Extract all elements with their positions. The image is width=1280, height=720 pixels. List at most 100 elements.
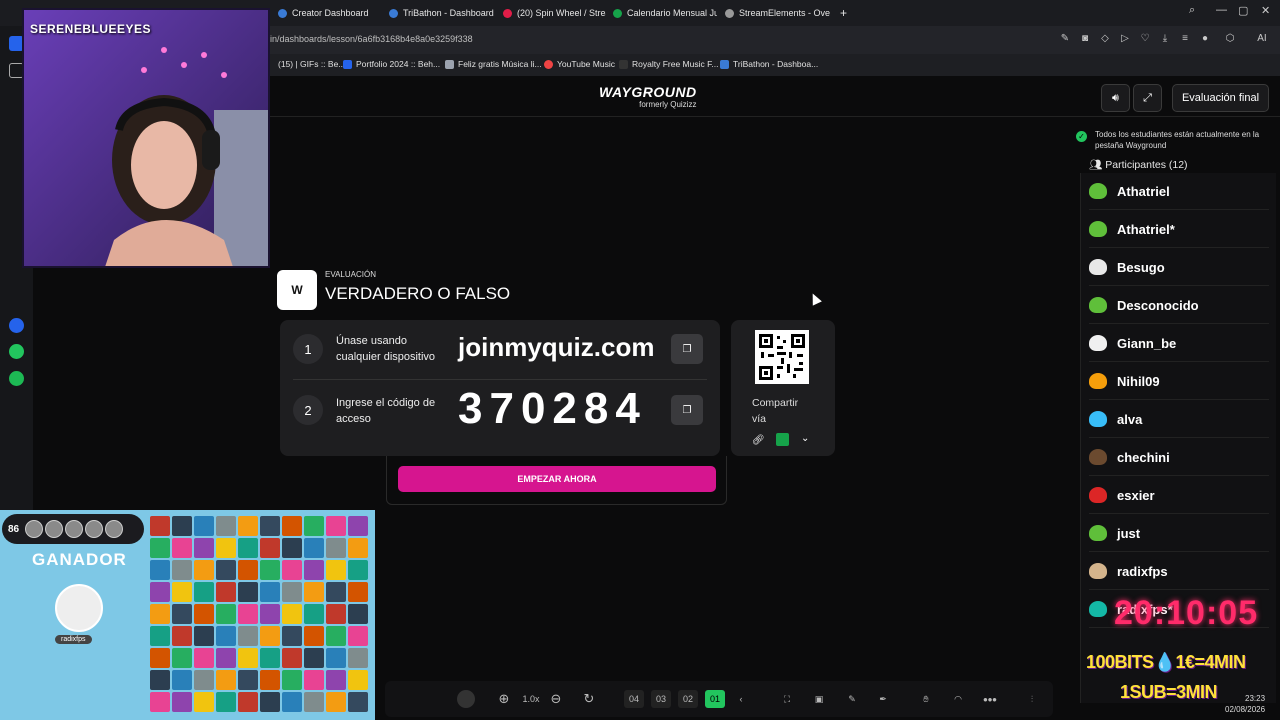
shield-icon[interactable]: ◇ <box>1099 33 1111 45</box>
final-evaluation-button[interactable]: Evaluación final <box>1172 84 1269 112</box>
download-icon[interactable]: ⤓ <box>1159 33 1171 45</box>
edit-icon[interactable]: ✎ <box>1059 33 1071 45</box>
system-clock: 23:23 02/08/2026 <box>1225 694 1266 714</box>
start-now-button[interactable]: EMPEZAR AHORA <box>398 466 716 492</box>
extension-icon[interactable]: ⬡ <box>1224 33 1236 45</box>
character-tile <box>304 538 324 558</box>
bookmark-item[interactable]: Royalty Free Music F... <box>619 59 718 69</box>
menu-icon[interactable]: ≡ <box>1179 33 1191 45</box>
fullscreen-button[interactable]: ⤢ <box>1133 84 1162 112</box>
participant-row[interactable]: chechini <box>1089 439 1269 476</box>
ai-icon[interactable]: AI <box>1252 33 1272 45</box>
participant-row[interactable]: esxier <box>1089 477 1269 514</box>
participant-row[interactable]: alva <box>1089 401 1269 438</box>
webcam-overlay: SERENEBLUEEYES <box>22 8 270 268</box>
character-tile <box>216 648 236 668</box>
slide-button[interactable]: 03 <box>651 690 671 708</box>
close-icon[interactable]: ✕ <box>1261 4 1270 17</box>
bookmark-item[interactable]: YouTube Music <box>544 59 615 69</box>
zoom-out-icon[interactable]: ⊖ <box>547 690 565 708</box>
whatsapp-icon[interactable] <box>9 344 24 359</box>
chevron-down-icon[interactable]: ⌄ <box>801 433 809 444</box>
character-tile <box>304 692 324 712</box>
slide-button[interactable]: 02 <box>678 690 698 708</box>
copy-url-button[interactable]: ❐ <box>671 334 703 364</box>
character-tile <box>216 516 236 536</box>
browser-tab[interactable]: TriBathon - Dashboard <box>389 4 494 22</box>
participant-avatar <box>1089 297 1107 313</box>
participant-row[interactable]: Besugo <box>1089 249 1269 286</box>
hand-icon[interactable]: ✋︎ <box>917 690 935 708</box>
copy-icon: ❐ <box>682 404 692 416</box>
character-tile <box>238 648 258 668</box>
play-icon[interactable]: ▷ <box>1119 33 1131 45</box>
character-tile <box>238 604 258 624</box>
more-icon[interactable]: ••• <box>981 690 999 708</box>
record-icon[interactable] <box>457 690 475 708</box>
participant-avatar <box>1089 411 1107 427</box>
maximize-icon[interactable]: ▢ <box>1238 4 1248 17</box>
character-tile <box>172 626 192 646</box>
character-tile <box>194 670 214 690</box>
participant-name: just <box>1117 525 1141 541</box>
character-tile <box>172 604 192 624</box>
start-container: EMPEZAR AHORA <box>386 456 727 505</box>
bookmark-item[interactable]: Feliz gratis Música li... <box>445 59 542 69</box>
browser-tab[interactable]: Calendario Mensual Julio <box>613 4 717 22</box>
people-icon: 👥︎ <box>1089 159 1106 171</box>
participant-name: esxier <box>1117 487 1155 503</box>
character-tile <box>194 626 214 646</box>
link-icon[interactable]: 🔗︎ <box>752 435 765 446</box>
fit-screen-icon[interactable]: ⛶ <box>778 690 796 708</box>
profile-icon[interactable]: ● <box>1199 33 1211 45</box>
browser-tab[interactable]: Creator Dashboard <box>278 4 378 22</box>
minimize-icon[interactable]: — <box>1216 4 1227 16</box>
pen-icon[interactable]: ✒ <box>874 690 892 708</box>
participant-row[interactable]: Athatriel <box>1089 173 1269 210</box>
sound-button[interactable]: 🔊︎ <box>1101 84 1130 112</box>
participants-title: 👥︎ Participantes (12) <box>1089 159 1188 171</box>
classroom-icon[interactable] <box>776 433 789 446</box>
heart-icon[interactable]: ♡ <box>1139 33 1151 45</box>
camera-icon[interactable]: ◙ <box>1079 33 1091 45</box>
browser-tab[interactable]: StreamElements - Overlay <box>725 4 830 22</box>
participant-row[interactable]: radixfps <box>1089 553 1269 590</box>
capture-icon[interactable]: ▣ <box>810 690 828 708</box>
participant-row[interactable]: Giann_be <box>1089 325 1269 362</box>
webcam-image <box>24 10 268 266</box>
character-tile <box>260 670 280 690</box>
character-tile <box>172 538 192 558</box>
avatar <box>85 520 104 538</box>
participant-row[interactable]: Athatriel* <box>1089 211 1269 248</box>
search-tabs-icon[interactable]: ⌕ <box>1189 4 1195 17</box>
wheel-participants-bar: 86 <box>2 514 144 544</box>
divider <box>293 379 707 380</box>
character-tile <box>172 692 192 712</box>
slide-button-active[interactable]: 01 <box>705 690 725 708</box>
broadcast-icon[interactable]: ◠ <box>949 690 967 708</box>
zoom-in-icon[interactable]: ⊕ <box>495 690 513 708</box>
slide-button[interactable]: 04 <box>624 690 644 708</box>
participant-row[interactable]: Nihil09 <box>1089 363 1269 400</box>
participant-row[interactable]: just <box>1089 515 1269 552</box>
browser-tab[interactable]: (20) Spin Wheel / Streamli <box>503 4 606 22</box>
copy-code-button[interactable]: ❐ <box>671 395 703 425</box>
bookmark-item[interactable]: Portfolio 2024 :: Beh... <box>343 59 440 69</box>
character-tile <box>260 582 280 602</box>
character-tile <box>216 538 236 558</box>
audio-icon[interactable]: ⫶ <box>1023 690 1041 708</box>
messenger-icon[interactable] <box>9 318 24 333</box>
url-field[interactable]: in/dashboards/lesson/6a6fb3168b4e8a0e325… <box>270 34 473 44</box>
spotify-icon[interactable] <box>9 371 24 386</box>
highlighter-icon[interactable]: ✎ <box>843 690 861 708</box>
participant-row[interactable]: Desconocido <box>1089 287 1269 324</box>
character-tile <box>326 516 346 536</box>
character-tile <box>282 560 302 580</box>
character-tile <box>172 648 192 668</box>
bookmark-item[interactable]: TriBathon - Dashboa... <box>720 59 818 69</box>
qr-code[interactable] <box>755 330 809 384</box>
new-tab-button[interactable]: + <box>840 4 847 22</box>
chevron-left-icon[interactable]: ‹ <box>733 690 749 708</box>
refresh-icon[interactable]: ↻ <box>580 690 598 708</box>
bookmark-item[interactable]: (15) | GIFs :: Be... <box>278 59 345 69</box>
